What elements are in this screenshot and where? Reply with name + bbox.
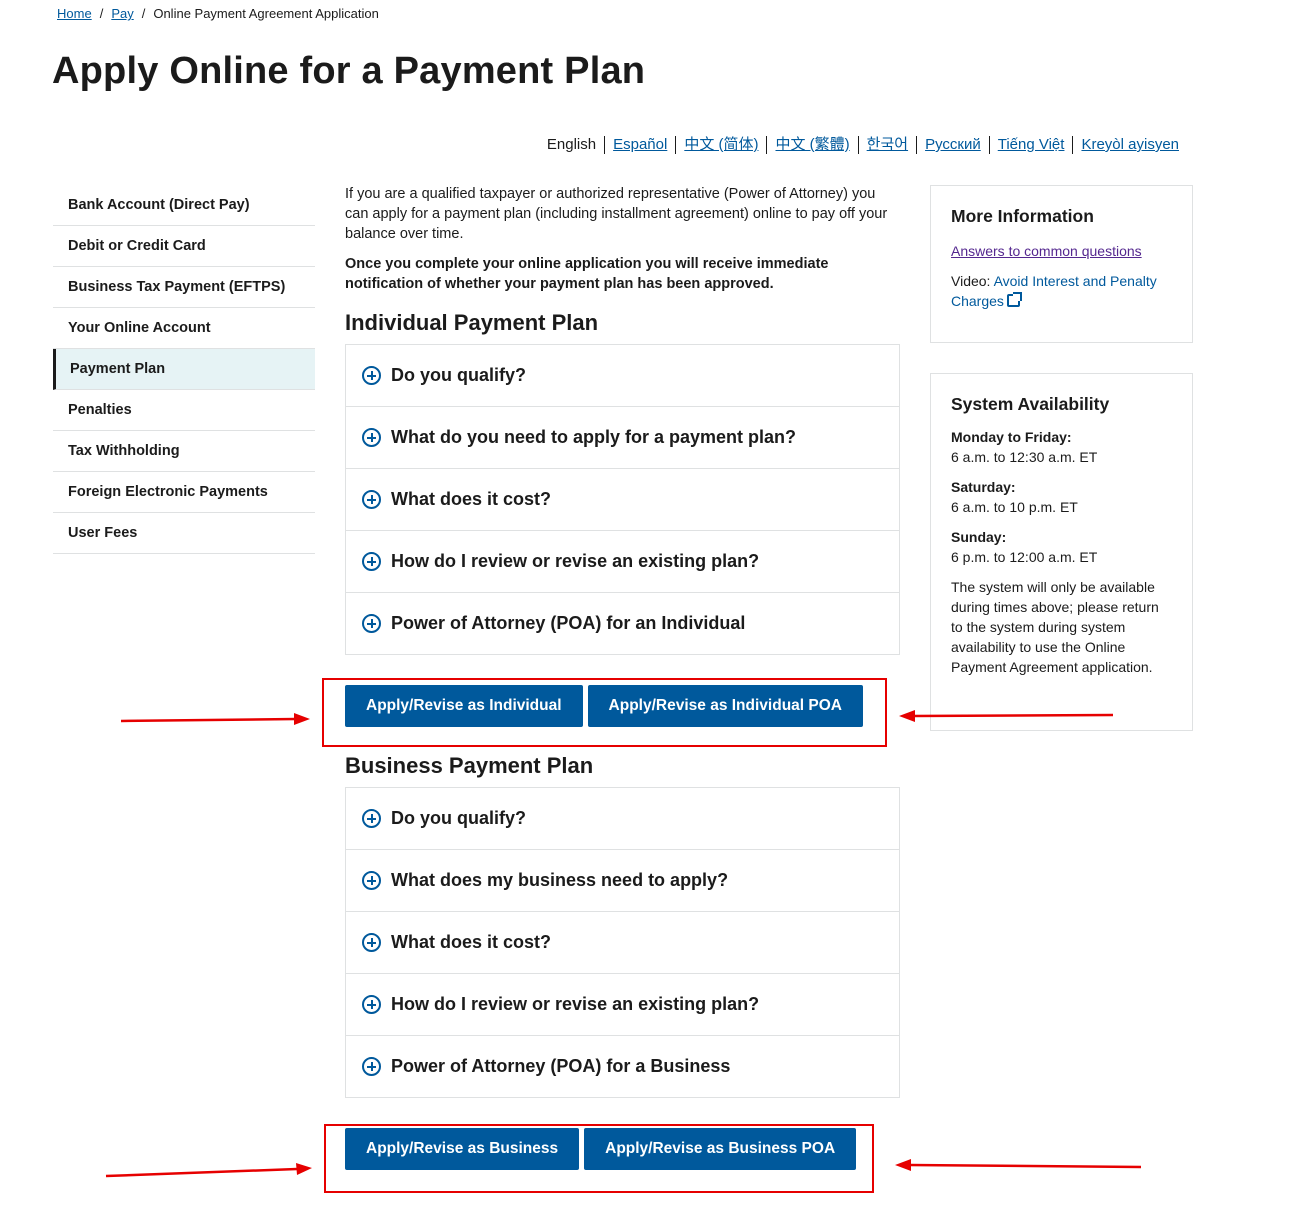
arrow-left-business <box>908 1163 1142 1169</box>
arrow-right-individual <box>120 717 297 723</box>
arrow-right-business <box>105 1167 298 1178</box>
arrowhead <box>899 710 915 722</box>
arrowhead <box>296 1163 312 1175</box>
annotation-arrows <box>105 710 1142 1178</box>
arrow-left-individual <box>912 713 1114 718</box>
arrowhead <box>895 1159 911 1171</box>
arrowhead <box>294 713 310 725</box>
